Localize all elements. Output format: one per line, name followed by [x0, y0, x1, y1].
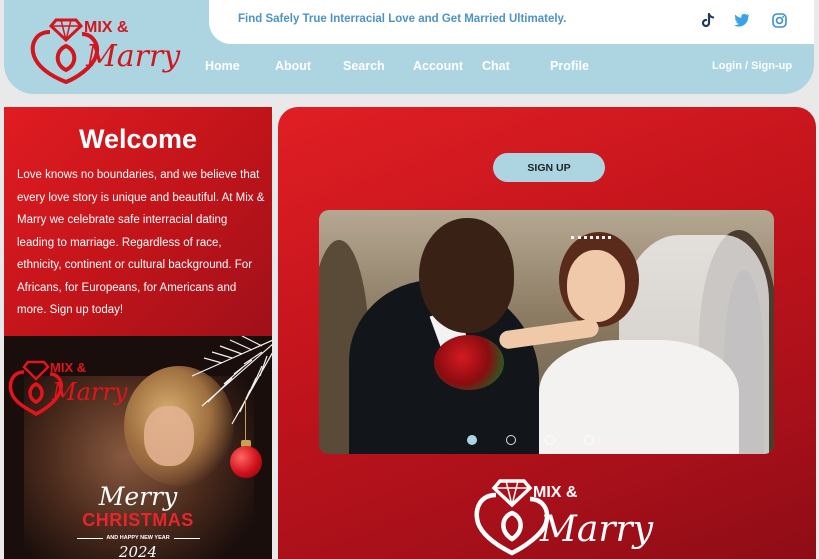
nav-chat[interactable]: Chat: [482, 59, 510, 73]
promo-logo-top: MIX &: [50, 360, 86, 375]
slide-dot-2[interactable]: [506, 435, 516, 445]
bride-tiara: [571, 236, 611, 244]
slide-indicators: [467, 435, 594, 445]
welcome-title: Welcome: [78, 124, 198, 154]
site-logo[interactable]: MIX & Marry: [26, 6, 191, 86]
logo-text-top: MIX &: [84, 19, 129, 36]
welcome-panel: Welcome Love knows no boundaries, and we…: [4, 107, 272, 336]
tagline-bar: Find Safely True Interracial Love and Ge…: [209, 0, 814, 44]
promo-logo-script: Marry: [51, 378, 128, 406]
ornament-string: [245, 398, 246, 440]
bride-face: [567, 250, 625, 322]
site-tagline: Find Safely True Interracial Love and Ge…: [238, 13, 567, 25]
year-text: 2024: [118, 543, 158, 559]
slide-dot-3[interactable]: [545, 435, 555, 445]
slide-dot-4[interactable]: [584, 435, 594, 445]
new-year-text: AND HAPPY NEW YEAR: [106, 535, 170, 541]
footer-logo-top: MIX &: [533, 484, 578, 501]
christmas-text: CHRISTMAS: [82, 510, 194, 530]
site-header: MIX & Marry Find Safely True Interracial…: [4, 0, 814, 94]
footer-logo-script: Marry: [539, 509, 654, 550]
christmas-promo-image[interactable]: MIX & Marry Merry CHRISTMAS AND HAPPY NE…: [4, 336, 272, 559]
nav-profile[interactable]: Profile: [550, 59, 589, 73]
hero-slideshow[interactable]: [319, 210, 774, 454]
login-signup-link[interactable]: Login / Sign-up: [712, 60, 792, 72]
hero-panel: SIGN UP MIX & Marry: [278, 107, 816, 559]
nav-home[interactable]: Home: [205, 59, 240, 73]
merry-text: Merry: [98, 482, 178, 511]
bouquet: [434, 335, 504, 390]
groom-head: [419, 218, 514, 333]
welcome-text: Love knows no boundaries, and we believe…: [17, 169, 265, 316]
signup-button[interactable]: SIGN UP: [493, 153, 605, 182]
divider-right: [174, 538, 200, 539]
logo-text-script: Marry: [85, 39, 181, 74]
tiktok-icon[interactable]: [699, 11, 717, 29]
nav-search[interactable]: Search: [343, 59, 385, 73]
instagram-icon[interactable]: [770, 11, 788, 29]
twitter-icon[interactable]: [733, 11, 751, 29]
nav-account[interactable]: Account: [413, 59, 463, 73]
nav-about[interactable]: About: [275, 59, 311, 73]
footer-logo: MIX & Marry: [474, 479, 654, 556]
slide-dot-1[interactable]: [467, 435, 477, 445]
palm-leaves-decoration: [191, 336, 272, 425]
promo-logo: MIX & Marry: [8, 360, 128, 416]
christmas-ornament: [230, 446, 262, 478]
